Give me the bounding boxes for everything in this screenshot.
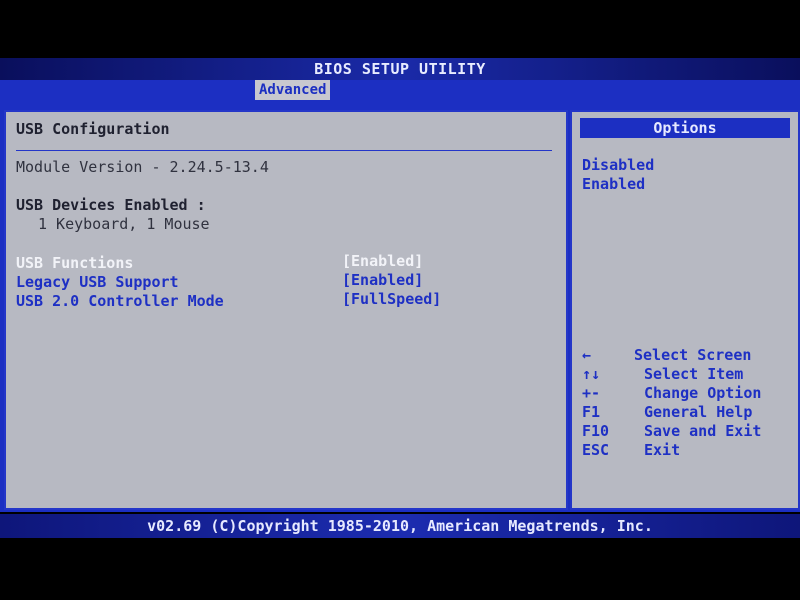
option-disabled[interactable]: Disabled: [582, 156, 654, 175]
divider: [16, 150, 552, 151]
setting-legacy-usb-label[interactable]: Legacy USB Support: [16, 273, 179, 292]
help-change-option: Change Option: [644, 384, 762, 402]
setting-legacy-usb-value[interactable]: [Enabled]: [342, 271, 423, 290]
section-title: USB Configuration: [16, 120, 170, 138]
tab-advanced[interactable]: Advanced: [255, 80, 331, 100]
bios-screen: BIOS SETUP UTILITY Advanced USB Configur…: [0, 0, 800, 600]
help-key-up-down-arrows: ↑↓: [582, 365, 601, 383]
main-panel: USB Configuration Module Version - 2.24.…: [4, 110, 568, 510]
setting-usb-functions-label[interactable]: USB Functions: [16, 254, 133, 273]
help-key-f1: F1: [582, 403, 601, 421]
tab-bar: Advanced: [0, 80, 800, 100]
setting-usb-functions-value[interactable]: [Enabled]: [342, 252, 423, 271]
options-panel: Options Disabled Enabled ← Select Screen…: [570, 110, 800, 510]
option-enabled[interactable]: Enabled: [582, 175, 645, 194]
module-version: Module Version - 2.24.5-13.4: [16, 158, 269, 176]
bios-frame: USB Configuration Module Version - 2.24.…: [0, 100, 800, 512]
app-title: BIOS SETUP UTILITY: [0, 58, 800, 80]
help-key-left-arrow: ←: [582, 346, 592, 364]
usb-devices-value: 1 Keyboard, 1 Mouse: [38, 215, 210, 233]
help-key-f10: F10: [582, 422, 610, 440]
help-exit: Exit: [644, 441, 681, 459]
help-key-plus-minus: +-: [582, 384, 601, 402]
copyright-footer: v02.69 (C)Copyright 1985-2010, American …: [0, 514, 800, 538]
help-save-and-exit: Save and Exit: [644, 422, 762, 440]
setting-usb2-mode-value[interactable]: [FullSpeed]: [342, 290, 441, 309]
help-select-screen: Select Screen: [634, 346, 752, 364]
options-header: Options: [580, 118, 790, 138]
help-select-item: Select Item: [644, 365, 744, 383]
usb-devices-heading: USB Devices Enabled :: [16, 196, 206, 214]
setting-usb2-mode-label[interactable]: USB 2.0 Controller Mode: [16, 292, 224, 311]
help-key-esc: ESC: [582, 441, 610, 459]
help-general-help: General Help: [644, 403, 753, 421]
